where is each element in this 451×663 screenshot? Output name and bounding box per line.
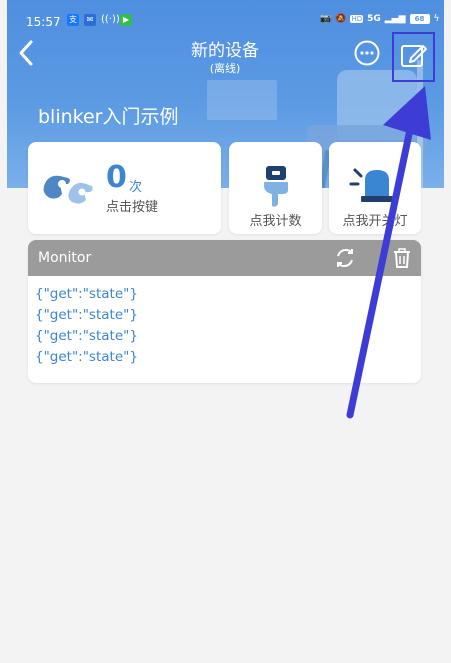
back-arrow-icon	[19, 40, 33, 66]
monitor-title: Monitor	[38, 250, 92, 266]
banner-wall-frame	[207, 80, 277, 120]
hotspot-icon: ((·))	[101, 14, 120, 25]
page-title: 新的设备	[191, 41, 259, 61]
trash-icon	[394, 248, 410, 268]
edit-button[interactable]	[392, 32, 435, 82]
count-button-label: 点我计数	[249, 214, 302, 229]
charging-icon: ϟ	[433, 14, 440, 24]
log-line: {"get":"state"}	[35, 286, 138, 302]
counter-label: 点击按键	[106, 200, 159, 215]
pointing-hand-icon	[264, 166, 288, 207]
monitor-log: {"get":"state"} {"get":"state"} {"get":"…	[35, 284, 138, 368]
log-line: {"get":"state"}	[35, 328, 138, 344]
light-button-label: 点我开关灯	[342, 214, 408, 229]
light-toggle-button[interactable]: 点我开关灯	[329, 142, 421, 234]
mute-icon: 🔕	[335, 14, 347, 24]
device-status: (离线)	[209, 62, 241, 75]
hd-icon: HD	[350, 15, 364, 23]
log-line: {"get":"state"}	[35, 307, 138, 323]
more-button[interactable]	[353, 39, 381, 67]
play-icon: ▶	[120, 14, 132, 26]
network-label: 5G	[367, 14, 381, 24]
monitor-header: Monitor	[28, 240, 421, 276]
status-system-icons: 📷 🔕 HD 5G ▂▄▆ 68 ϟ	[320, 14, 439, 24]
counter-value: 0	[106, 160, 127, 195]
refresh-button[interactable]	[334, 247, 356, 269]
log-line: {"get":"state"}	[35, 349, 138, 365]
edit-icon	[401, 45, 427, 67]
counter-widget: 0 次 点击按键	[28, 142, 221, 234]
battery-icon: 68	[409, 14, 430, 24]
chat-icon: ✉	[84, 14, 96, 26]
status-time: 15:57	[26, 15, 61, 29]
counter-unit: 次	[129, 180, 143, 195]
status-bar: 15:57 支 ✉ ((·)) ▶ 📷 🔕 HD 5G ▂▄▆ 68 ϟ	[0, 0, 451, 36]
count-button[interactable]: 点我计数	[229, 142, 322, 234]
refresh-icon	[337, 248, 353, 268]
alipay-icon: 支	[67, 14, 79, 26]
monitor-panel: Monitor {"get":"state"} {"get":"state"} …	[28, 240, 421, 383]
signal-icon: ▂▄▆	[384, 14, 406, 24]
hand-gesture-icon	[43, 175, 93, 204]
more-options-icon	[354, 40, 380, 66]
camera-icon: 📷	[320, 14, 332, 24]
alarm-light-icon	[349, 168, 393, 202]
back-button[interactable]	[14, 36, 40, 70]
status-notification-icons: 支 ✉ ((·)) ▶	[67, 14, 132, 26]
clear-log-button[interactable]	[391, 247, 413, 269]
device-name: blinker入门示例	[38, 106, 179, 128]
